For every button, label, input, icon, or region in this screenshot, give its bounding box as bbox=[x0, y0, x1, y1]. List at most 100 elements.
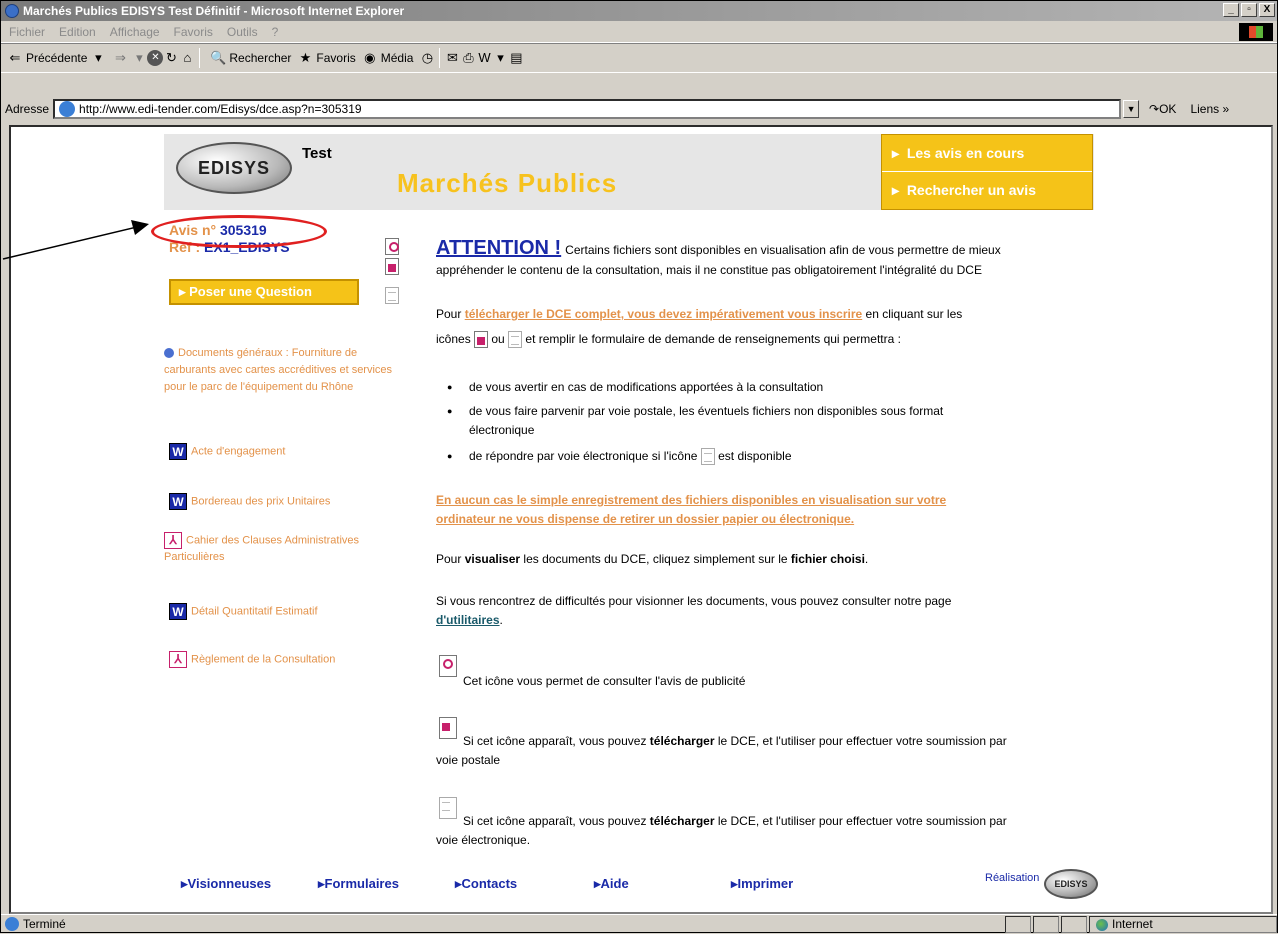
doc-link-ccap[interactable]: ⅄ Cahier des Clauses Administratives Part… bbox=[164, 532, 409, 566]
maximize-button[interactable]: ▫ bbox=[1241, 3, 1257, 17]
footer-aide[interactable]: ▸Aide bbox=[594, 876, 629, 892]
nav-rechercher-avis[interactable]: ▸ Rechercher un avis bbox=[882, 172, 1092, 209]
icon3-b: télécharger bbox=[649, 814, 715, 828]
address-input[interactable]: http://www.edi-tender.com/Edisys/dce.asp… bbox=[53, 99, 1122, 119]
print-icon[interactable]: ⎙ bbox=[460, 50, 476, 66]
utilities-link[interactable]: d'utilitaires bbox=[436, 613, 500, 627]
chevron-down-icon[interactable]: ▾ bbox=[492, 50, 508, 66]
address-label: Adresse bbox=[5, 102, 50, 116]
word-icon: W bbox=[169, 493, 187, 510]
register-link[interactable]: télécharger le DCE complet, vous devez i… bbox=[465, 307, 862, 321]
links-button[interactable]: Liens » bbox=[1190, 102, 1229, 116]
chevron-down-icon[interactable]: ▾ bbox=[90, 50, 106, 66]
footer-formulaires[interactable]: ▸Formulaires bbox=[318, 876, 399, 892]
electronic-dce-icon bbox=[508, 331, 523, 349]
status-text: Terminé bbox=[23, 917, 66, 931]
menu-favoris[interactable]: Favoris bbox=[174, 25, 213, 39]
page-title: Marchés Publics bbox=[397, 168, 618, 198]
menu-help[interactable]: ? bbox=[272, 25, 279, 39]
minimize-button[interactable]: _ bbox=[1223, 3, 1239, 17]
doc-label: Bordereau des prix Unitaires bbox=[191, 495, 331, 508]
doc-link-bordereau[interactable]: W Bordereau des prix Unitaires bbox=[169, 493, 330, 510]
edisys-small-logo[interactable]: EDISYS bbox=[1044, 869, 1098, 899]
page-banner: EDISYS Test Marchés Publics ▸ Les avis e… bbox=[164, 134, 1094, 210]
view-avis-icon bbox=[439, 655, 457, 677]
footer-label: Contacts bbox=[461, 876, 518, 891]
favorites-button[interactable]: ★ Favoris bbox=[297, 50, 356, 66]
p2-b: en cliquant sur les bbox=[865, 307, 963, 321]
realisation-label: Réalisation bbox=[985, 872, 1040, 884]
close-button[interactable]: X bbox=[1259, 3, 1275, 17]
ask-question-button[interactable]: ▸ Poser une Question bbox=[169, 279, 359, 305]
documents-title[interactable]: Documents généraux : Fourniture de carbu… bbox=[164, 345, 409, 396]
stop-icon[interactable]: ✕ bbox=[147, 50, 164, 66]
visu-c: les documents du DCE, cliquez simplement… bbox=[523, 552, 788, 566]
address-url: http://www.edi-tender.com/Edisys/dce.asp… bbox=[79, 102, 362, 116]
back-button[interactable]: ⇐ Précédente ▾ bbox=[7, 50, 106, 66]
doc-link-acte[interactable]: W Acte d'engagement bbox=[169, 443, 285, 460]
menu-edition[interactable]: Edition bbox=[59, 25, 96, 39]
warning-line-2[interactable]: ordinateur ne vous dispense de retirer u… bbox=[436, 510, 854, 529]
bullet-icon bbox=[164, 348, 174, 359]
word-icon: W bbox=[169, 443, 187, 460]
attention-text-1: Certains fichiers sont disponibles en vi… bbox=[565, 243, 1001, 257]
visu-d: fichier choisi bbox=[790, 552, 865, 566]
go-button[interactable]: ↷OK bbox=[1149, 102, 1176, 116]
p2-a: Pour bbox=[436, 307, 462, 321]
pdf-icon: ⅄ bbox=[169, 651, 187, 668]
icon2-a: Si cet icône apparaît, vous pouvez bbox=[463, 734, 647, 748]
icon2-b: télécharger bbox=[649, 734, 715, 748]
forward-arrow-icon: ⇒ bbox=[114, 50, 126, 65]
download-dce-icon[interactable] bbox=[385, 258, 399, 275]
favorites-label: Favoris bbox=[316, 51, 356, 65]
electronic-dce-icon[interactable] bbox=[385, 287, 399, 304]
windows-logo-icon bbox=[1239, 23, 1273, 41]
favorites-icon: ★ bbox=[299, 50, 312, 65]
home-icon[interactable]: ⌂ bbox=[179, 50, 195, 66]
download-dce-icon bbox=[474, 331, 489, 349]
toolbar: ⇐ Précédente ▾ ⇒ ▾ ✕ ↻ ⌂ 🔍 Rechercher ★ … bbox=[1, 43, 1277, 73]
page-status-icon bbox=[5, 917, 19, 931]
doc-link-dqe[interactable]: W Détail Quantitatif Estimatif bbox=[169, 603, 318, 620]
icon3-d: voie électronique. bbox=[436, 833, 531, 847]
icon3-c: le DCE, et l'utiliser pour effectuer vot… bbox=[717, 814, 1007, 828]
address-dropdown-icon[interactable]: ▼ bbox=[1123, 100, 1140, 118]
bullet-item: de vous avertir en cas de modifications … bbox=[447, 378, 823, 397]
menu-affichage[interactable]: Affichage bbox=[110, 25, 160, 39]
edit-word-icon[interactable]: W bbox=[476, 50, 492, 66]
menu-fichier[interactable]: Fichier bbox=[9, 25, 45, 39]
zone-label: Internet bbox=[1112, 917, 1153, 931]
search-button[interactable]: 🔍 Rechercher bbox=[210, 50, 291, 66]
mail-icon[interactable]: ✉ bbox=[444, 50, 460, 66]
icon2-paragraph: Si cet icône apparaît, vous pouvez téléc… bbox=[463, 732, 1007, 751]
footer-imprimer[interactable]: ▸Imprimer bbox=[731, 876, 793, 892]
page-viewport[interactable]: EDISYS Test Marchés Publics ▸ Les avis e… bbox=[9, 125, 1273, 914]
icon2-c: le DCE, et l'utiliser pour effectuer vot… bbox=[717, 734, 1007, 748]
footer-contacts[interactable]: ▸Contacts bbox=[455, 876, 517, 892]
go-label: OK bbox=[1159, 102, 1177, 116]
status-bar: Terminé Internet bbox=[1, 914, 1277, 933]
bullet-item-cont: électronique bbox=[469, 423, 535, 437]
refresh-icon[interactable]: ↻ bbox=[163, 50, 179, 66]
visu-b: visualiser bbox=[464, 552, 521, 566]
word-icon: W bbox=[169, 603, 187, 620]
nav-avis-en-cours[interactable]: ▸ Les avis en cours bbox=[882, 135, 1092, 172]
menu-bar: Fichier Edition Affichage Favoris Outils… bbox=[1, 21, 1277, 43]
highlight-oval bbox=[151, 215, 327, 248]
discuss-icon[interactable]: ▤ bbox=[508, 50, 524, 66]
view-avis-icon[interactable] bbox=[385, 238, 399, 255]
chevron-down-icon[interactable]: ▾ bbox=[131, 50, 147, 66]
status-panel bbox=[1033, 916, 1059, 933]
utilities-line: d'utilitaires. bbox=[436, 613, 503, 627]
warning-line-1[interactable]: En aucun cas le simple enregistrement de… bbox=[436, 491, 946, 510]
history-icon[interactable]: ◷ bbox=[419, 50, 435, 66]
back-arrow-icon: ⇐ bbox=[9, 50, 21, 65]
media-button[interactable]: ◉ Média bbox=[362, 50, 413, 66]
footer-visionneuses[interactable]: ▸Visionneuses bbox=[181, 876, 271, 892]
doc-link-reglement[interactable]: ⅄ Règlement de la Consultation bbox=[169, 651, 335, 668]
menu-outils[interactable]: Outils bbox=[227, 25, 258, 39]
status-panel bbox=[1005, 916, 1031, 933]
attention-text-2: appréhender le contenu de la consultatio… bbox=[436, 263, 982, 277]
window-title: Marchés Publics EDISYS Test Définitif - … bbox=[23, 4, 405, 18]
forward-button[interactable]: ⇒ ▾ bbox=[112, 50, 147, 66]
